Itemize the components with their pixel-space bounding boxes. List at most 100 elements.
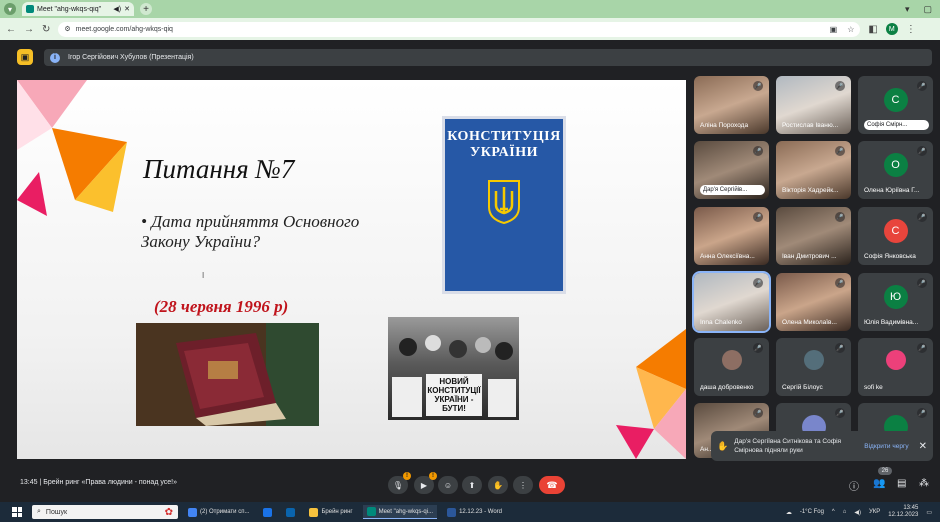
activities-icon[interactable]: ⁂ [919,478,929,489]
participant-tile[interactable]: 🎤 Анна Олексіївна... [694,207,769,265]
participant-tile[interactable]: 🎤 Ростислав Іваню... [776,76,851,134]
poinsettia-icon: ✿ [164,506,173,518]
search-icon: ⌕ [37,508,41,515]
bookmark-star-icon[interactable]: ☆ [847,25,854,34]
warning-icon: ! [429,472,437,480]
participant-avatar: Ю [883,285,908,309]
participant-name: Анна Олексіївна... [700,253,755,260]
participant-photo [885,350,906,370]
participant-tile[interactable]: 🎤 sofi ke [858,338,933,396]
raise-hand-button[interactable]: ✋ [488,476,508,494]
taskbar-item-label: (2) Отримати сп... [200,509,250,515]
presenter-banner: i Ігор Сергійович Хубулов (Презентація) [44,49,932,66]
system-tray: ☁ -1°C Fog ^ ⌂ ◀) УКР 13:45 12.12.2023 ▭ [786,505,932,519]
browser-tab-bar: ▾ Meet "ahg-wkqs-qiq" ◀) ✕ + ▾ ▢ [0,0,940,18]
sidepanel-icon[interactable]: ◧ [868,24,877,35]
participant-tile[interactable]: 🎤 Дар'я Сергійів... [694,141,769,199]
network-icon[interactable]: ⌂ [843,509,847,515]
camera-button[interactable]: ▶! [414,472,437,494]
participant-tile[interactable]: 🎤 Сергій Білоус [776,338,851,396]
taskbar-item-label: Meet "ahg-wkqs-qi... [378,508,434,515]
participant-tile[interactable]: 🎤 Ю Юлія Вадимівна... [858,273,933,331]
presentation-icon[interactable]: ▣ [17,49,33,65]
taskbar-item-meet[interactable]: Meet "ahg-wkqs-qi... [362,505,438,519]
tab-close-icon[interactable]: ✕ [124,5,130,13]
profile-avatar[interactable]: M [885,23,898,35]
participant-tile[interactable]: 🎤 Inna Chalenko [692,271,771,333]
presenter-label: Ігор Сергійович Хубулов (Презентація) [68,54,194,61]
participant-tile[interactable]: 🎤 Аліна Порохода [694,76,769,134]
taskbar-item-label: 12.12.23 - Word [459,509,502,515]
microphone-button[interactable]: 🎙! [388,472,411,494]
taskbar-item-word[interactable]: 12.12.23 - Word [443,505,506,519]
windows-taskbar: ⌕ Пошук ✿ (2) Отримати сп... Брейн ринг … [0,502,940,522]
new-tab-button[interactable]: + [140,3,152,15]
participant-tile[interactable]: 🎤 С Софія Смірн... [858,76,933,134]
participant-avatar: С [883,219,908,243]
muted-mic-icon: 🎤 [753,343,763,353]
participant-avatar: О [883,153,908,177]
captions-button[interactable]: ☺ [438,476,458,494]
tab-search-icon[interactable]: ▾ [4,3,16,15]
open-queue-link[interactable]: Відкрити чергу [864,443,908,450]
weather-text[interactable]: -1°C Fog [800,509,824,515]
people-icon[interactable]: 👥 [873,478,885,489]
taskbar-item-folder[interactable]: Брейн ринг [305,505,356,519]
tray-overflow-icon[interactable]: ^ [832,509,835,515]
folder-icon [309,507,319,517]
constitution-book-image: КОНСТИТУЦІЯ УКРАЇНИ [442,116,566,294]
more-options-button[interactable]: ⋮ [513,476,533,494]
maximize-icon[interactable]: ▢ [923,4,932,15]
constitution-photo [136,323,319,426]
muted-mic-icon: 🎤 [917,146,927,156]
meeting-details-icon[interactable]: ⓘ [849,478,859,493]
volume-icon[interactable]: ◀) [854,509,861,516]
muted-mic-icon: 🎤 [835,408,845,418]
participant-tile[interactable]: 🎤 Іван Дмитрович ... [776,207,851,265]
meet-top-strip: ▣ i Ігор Сергійович Хубулов (Презентація… [0,40,940,75]
omnibox-actions: ▣ ☆ [830,25,855,34]
slide-decoration-bottom-right [616,329,686,459]
participant-tile[interactable]: 🎤 С Софія Янковська [858,207,933,265]
muted-mic-icon: 🎤 [917,278,927,288]
word-icon [447,507,457,517]
forward-icon[interactable]: → [24,24,34,35]
clock-time: 13:45 [903,505,919,511]
browser-menu-icon[interactable]: ⋮ [906,24,916,35]
notifications-icon[interactable]: ▭ [926,509,932,516]
address-bar[interactable]: ⚙ meet.google.com/ahg-wkqs-qiq ▣ ☆ [58,21,861,37]
muted-mic-icon: 🎤 [753,81,763,91]
participant-name: Іван Дмитрович ... [782,253,837,260]
end-call-button[interactable]: ☎ [539,476,565,494]
notification-message: Дар'я Сергіївна Ситнікова та Софія Смірн… [734,438,842,454]
taskbar-item-calendar[interactable] [259,505,276,519]
clock-date: 12.12.2023 [888,512,919,518]
browser-tab[interactable]: Meet "ahg-wkqs-qiq" ◀) ✕ [22,2,134,16]
participant-tile[interactable]: 🎤 О Олена Юріївна Г... [858,141,933,199]
muted-mic-icon: 🎤 [835,146,845,156]
close-notification-icon[interactable]: ✕ [919,441,927,452]
taskbar-item-chrome[interactable]: (2) Отримати сп... [184,505,253,519]
present-button[interactable]: ⬆ [462,476,482,494]
language-indicator[interactable]: УКР [869,509,880,515]
weather-icon: ☁ [785,509,792,516]
clock[interactable]: 13:45 12.12.2023 [888,505,918,519]
minimize-icon[interactable]: ▾ [905,4,910,15]
hand-raise-icon: ✋ [717,440,729,451]
meet-icon [366,507,376,516]
participant-tile[interactable]: 🎤 даша добровенко [694,338,769,396]
chat-icon[interactable]: ▤ [897,478,906,489]
site-info-icon[interactable]: ⚙ [64,25,70,33]
meeting-info: 13:45 | Брейн ринг «Права людини - понад… [20,479,177,486]
participant-tile[interactable]: 🎤 Вікторія Хадрейк... [776,141,851,199]
windows-start-icon[interactable] [12,507,22,517]
participant-name: Дар'я Сергійів... [700,185,765,195]
muted-mic-icon: 🎤 [753,212,763,222]
reload-icon[interactable]: ↻ [42,24,50,35]
taskbar-search[interactable]: ⌕ Пошук ✿ [32,505,178,519]
taskbar-item-mail[interactable] [282,505,299,519]
participant-tile[interactable]: 🎤 Олена Миколаїв... [776,273,851,331]
info-icon: i [50,52,60,63]
camera-icon[interactable]: ▣ [830,25,838,34]
back-icon[interactable]: ← [6,24,16,35]
